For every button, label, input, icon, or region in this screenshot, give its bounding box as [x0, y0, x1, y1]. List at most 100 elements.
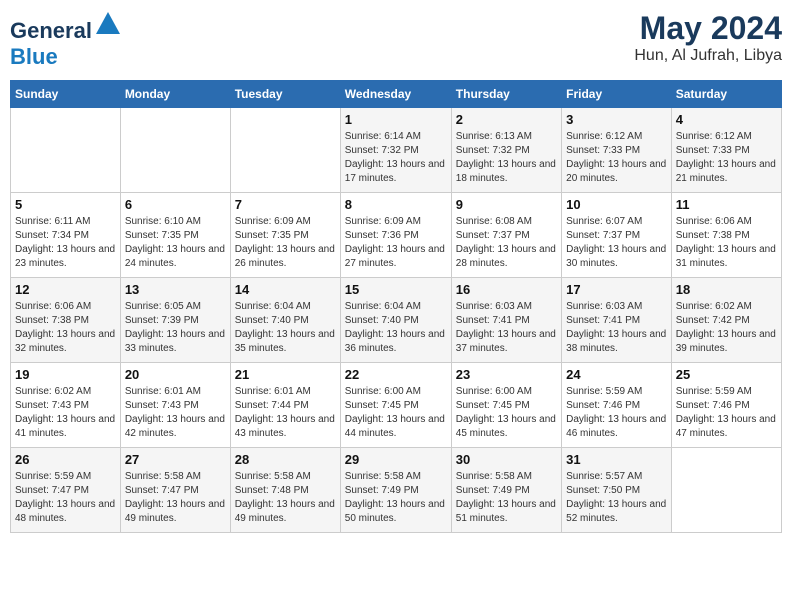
day-number: 1 [345, 112, 447, 127]
day-number: 30 [456, 452, 557, 467]
calendar-cell: 10 Sunrise: 6:07 AMSunset: 7:37 PMDaylig… [562, 193, 672, 278]
logo-general-text: General [10, 18, 92, 43]
day-number: 15 [345, 282, 447, 297]
day-info: Sunrise: 6:06 AMSunset: 7:38 PMDaylight:… [15, 301, 115, 354]
calendar-cell: 6 Sunrise: 6:10 AMSunset: 7:35 PMDayligh… [120, 193, 230, 278]
day-number: 3 [566, 112, 667, 127]
day-info: Sunrise: 6:04 AMSunset: 7:40 PMDaylight:… [345, 301, 445, 354]
calendar-cell: 18 Sunrise: 6:02 AMSunset: 7:42 PMDaylig… [671, 278, 781, 363]
calendar-cell: 25 Sunrise: 5:59 AMSunset: 7:46 PMDaylig… [671, 363, 781, 448]
header-wednesday: Wednesday [340, 81, 451, 108]
day-info: Sunrise: 6:12 AMSunset: 7:33 PMDaylight:… [676, 131, 776, 184]
day-number: 22 [345, 367, 447, 382]
day-number: 4 [676, 112, 777, 127]
day-number: 24 [566, 367, 667, 382]
calendar-cell [120, 108, 230, 193]
day-info: Sunrise: 6:11 AMSunset: 7:34 PMDaylight:… [15, 216, 115, 269]
day-number: 26 [15, 452, 116, 467]
logo: General Blue [10, 10, 122, 70]
calendar-cell: 16 Sunrise: 6:03 AMSunset: 7:41 PMDaylig… [451, 278, 561, 363]
week-row-2: 5 Sunrise: 6:11 AMSunset: 7:34 PMDayligh… [11, 193, 782, 278]
day-number: 13 [125, 282, 226, 297]
day-info: Sunrise: 5:58 AMSunset: 7:48 PMDaylight:… [235, 471, 335, 524]
day-number: 14 [235, 282, 336, 297]
day-number: 12 [15, 282, 116, 297]
day-info: Sunrise: 6:13 AMSunset: 7:32 PMDaylight:… [456, 131, 556, 184]
day-info: Sunrise: 6:00 AMSunset: 7:45 PMDaylight:… [345, 386, 445, 439]
calendar-cell: 13 Sunrise: 6:05 AMSunset: 7:39 PMDaylig… [120, 278, 230, 363]
header-saturday: Saturday [671, 81, 781, 108]
calendar-cell: 23 Sunrise: 6:00 AMSunset: 7:45 PMDaylig… [451, 363, 561, 448]
header-tuesday: Tuesday [230, 81, 340, 108]
calendar-cell: 3 Sunrise: 6:12 AMSunset: 7:33 PMDayligh… [562, 108, 672, 193]
calendar-cell: 19 Sunrise: 6:02 AMSunset: 7:43 PMDaylig… [11, 363, 121, 448]
day-number: 17 [566, 282, 667, 297]
page-header: General Blue May 2024 Hun, Al Jufrah, Li… [10, 10, 782, 70]
day-number: 19 [15, 367, 116, 382]
calendar-cell: 8 Sunrise: 6:09 AMSunset: 7:36 PMDayligh… [340, 193, 451, 278]
logo-icon [94, 10, 122, 38]
day-number: 9 [456, 197, 557, 212]
calendar-cell: 1 Sunrise: 6:14 AMSunset: 7:32 PMDayligh… [340, 108, 451, 193]
day-number: 31 [566, 452, 667, 467]
week-row-4: 19 Sunrise: 6:02 AMSunset: 7:43 PMDaylig… [11, 363, 782, 448]
calendar-cell: 2 Sunrise: 6:13 AMSunset: 7:32 PMDayligh… [451, 108, 561, 193]
week-row-5: 26 Sunrise: 5:59 AMSunset: 7:47 PMDaylig… [11, 448, 782, 533]
calendar-cell: 11 Sunrise: 6:06 AMSunset: 7:38 PMDaylig… [671, 193, 781, 278]
calendar-cell: 26 Sunrise: 5:59 AMSunset: 7:47 PMDaylig… [11, 448, 121, 533]
header-friday: Friday [562, 81, 672, 108]
header-sunday: Sunday [11, 81, 121, 108]
day-info: Sunrise: 6:09 AMSunset: 7:36 PMDaylight:… [345, 216, 445, 269]
day-info: Sunrise: 5:59 AMSunset: 7:47 PMDaylight:… [15, 471, 115, 524]
calendar-cell [11, 108, 121, 193]
logo-blue-text: Blue [10, 44, 58, 69]
day-info: Sunrise: 6:01 AMSunset: 7:43 PMDaylight:… [125, 386, 225, 439]
calendar-cell: 17 Sunrise: 6:03 AMSunset: 7:41 PMDaylig… [562, 278, 672, 363]
day-info: Sunrise: 6:12 AMSunset: 7:33 PMDaylight:… [566, 131, 666, 184]
calendar-header-row: SundayMondayTuesdayWednesdayThursdayFrid… [11, 81, 782, 108]
calendar-cell: 27 Sunrise: 5:58 AMSunset: 7:47 PMDaylig… [120, 448, 230, 533]
day-info: Sunrise: 6:06 AMSunset: 7:38 PMDaylight:… [676, 216, 776, 269]
title-block: May 2024 Hun, Al Jufrah, Libya [634, 10, 782, 65]
day-info: Sunrise: 6:02 AMSunset: 7:42 PMDaylight:… [676, 301, 776, 354]
day-number: 23 [456, 367, 557, 382]
day-number: 6 [125, 197, 226, 212]
calendar-cell: 22 Sunrise: 6:00 AMSunset: 7:45 PMDaylig… [340, 363, 451, 448]
day-info: Sunrise: 5:59 AMSunset: 7:46 PMDaylight:… [566, 386, 666, 439]
calendar-cell: 5 Sunrise: 6:11 AMSunset: 7:34 PMDayligh… [11, 193, 121, 278]
week-row-3: 12 Sunrise: 6:06 AMSunset: 7:38 PMDaylig… [11, 278, 782, 363]
calendar-cell [671, 448, 781, 533]
week-row-1: 1 Sunrise: 6:14 AMSunset: 7:32 PMDayligh… [11, 108, 782, 193]
day-number: 25 [676, 367, 777, 382]
calendar-cell: 31 Sunrise: 5:57 AMSunset: 7:50 PMDaylig… [562, 448, 672, 533]
day-info: Sunrise: 6:08 AMSunset: 7:37 PMDaylight:… [456, 216, 556, 269]
day-number: 10 [566, 197, 667, 212]
day-number: 29 [345, 452, 447, 467]
calendar-table: SundayMondayTuesdayWednesdayThursdayFrid… [10, 80, 782, 533]
day-number: 27 [125, 452, 226, 467]
calendar-cell: 29 Sunrise: 5:58 AMSunset: 7:49 PMDaylig… [340, 448, 451, 533]
calendar-cell: 7 Sunrise: 6:09 AMSunset: 7:35 PMDayligh… [230, 193, 340, 278]
calendar-cell: 12 Sunrise: 6:06 AMSunset: 7:38 PMDaylig… [11, 278, 121, 363]
day-number: 18 [676, 282, 777, 297]
header-monday: Monday [120, 81, 230, 108]
day-number: 16 [456, 282, 557, 297]
day-info: Sunrise: 6:07 AMSunset: 7:37 PMDaylight:… [566, 216, 666, 269]
month-title: May 2024 [634, 10, 782, 47]
calendar-cell: 14 Sunrise: 6:04 AMSunset: 7:40 PMDaylig… [230, 278, 340, 363]
calendar-cell: 30 Sunrise: 5:58 AMSunset: 7:49 PMDaylig… [451, 448, 561, 533]
day-info: Sunrise: 6:05 AMSunset: 7:39 PMDaylight:… [125, 301, 225, 354]
header-thursday: Thursday [451, 81, 561, 108]
day-info: Sunrise: 6:10 AMSunset: 7:35 PMDaylight:… [125, 216, 225, 269]
day-number: 2 [456, 112, 557, 127]
calendar-cell: 9 Sunrise: 6:08 AMSunset: 7:37 PMDayligh… [451, 193, 561, 278]
day-info: Sunrise: 6:03 AMSunset: 7:41 PMDaylight:… [566, 301, 666, 354]
day-number: 28 [235, 452, 336, 467]
day-info: Sunrise: 5:57 AMSunset: 7:50 PMDaylight:… [566, 471, 666, 524]
day-number: 8 [345, 197, 447, 212]
day-info: Sunrise: 5:59 AMSunset: 7:46 PMDaylight:… [676, 386, 776, 439]
calendar-cell: 15 Sunrise: 6:04 AMSunset: 7:40 PMDaylig… [340, 278, 451, 363]
day-number: 5 [15, 197, 116, 212]
day-info: Sunrise: 6:03 AMSunset: 7:41 PMDaylight:… [456, 301, 556, 354]
day-number: 7 [235, 197, 336, 212]
